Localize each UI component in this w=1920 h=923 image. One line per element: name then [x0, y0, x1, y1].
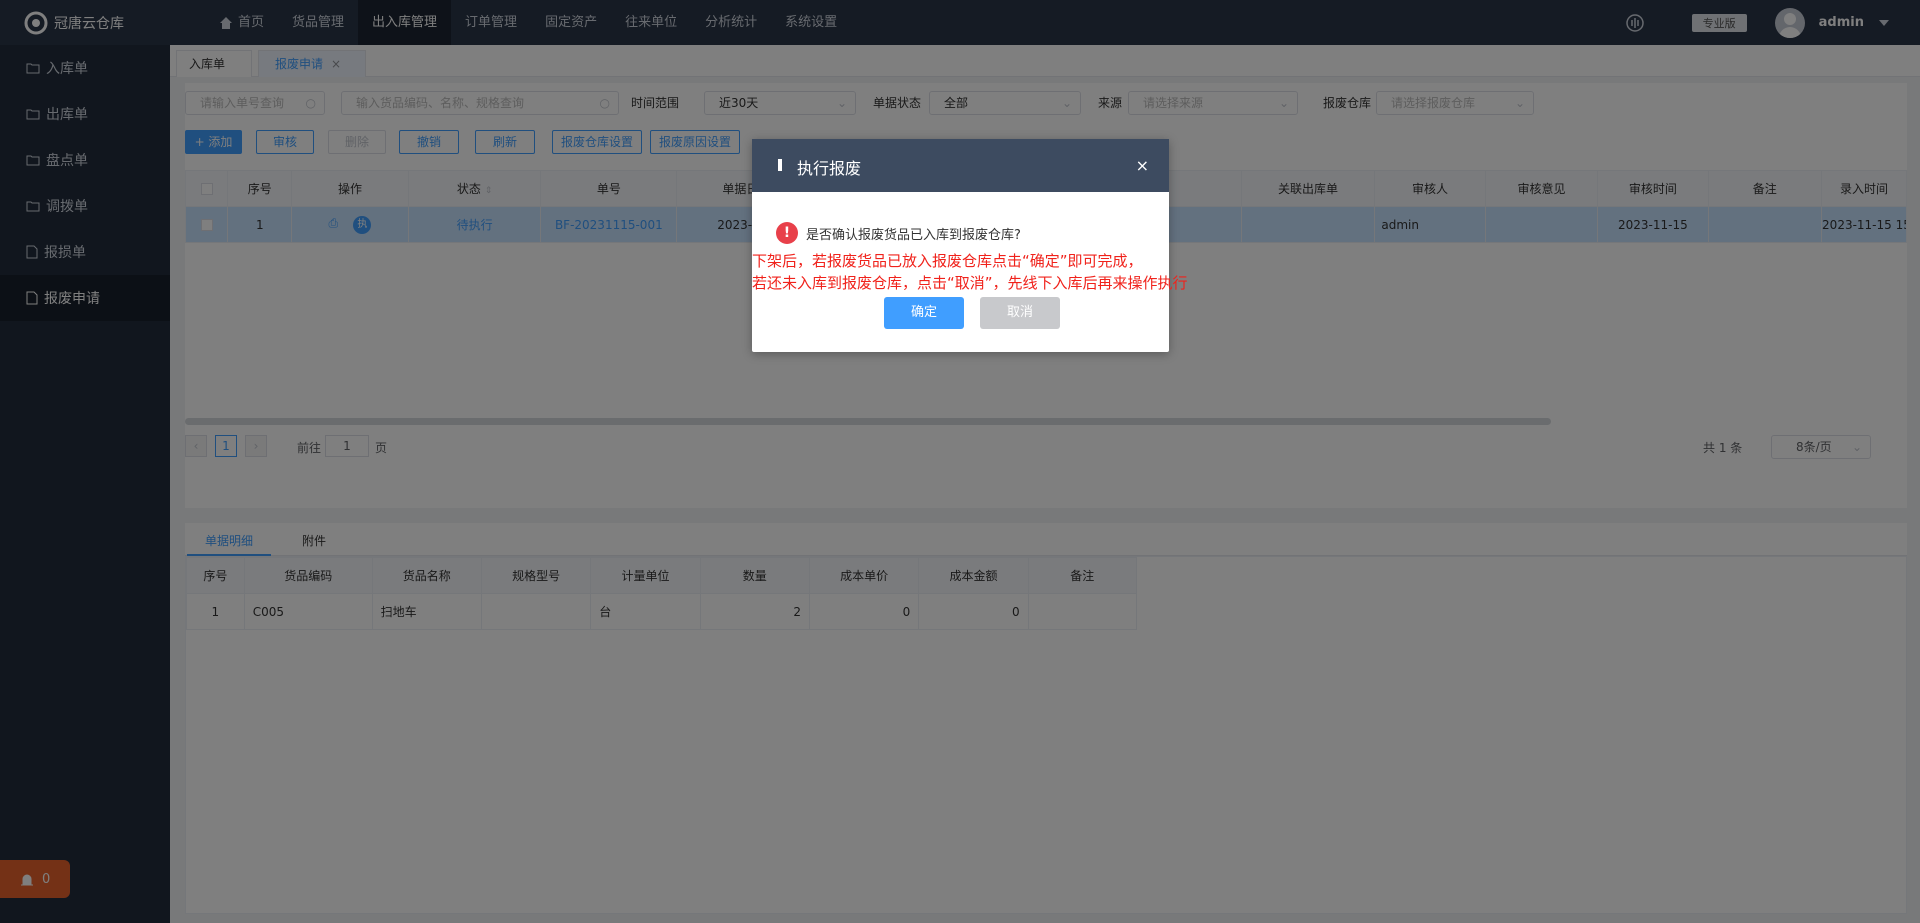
cancel-button[interactable]: 取消: [980, 297, 1060, 329]
warning-text-line2: 若还未入库到报废仓库，点击“取消”，先线下入库后再来操作执行: [752, 274, 1188, 292]
warning-text-line1: 下架后，若报废货品已放入报废仓库点击“确定”即可完成，: [752, 252, 1143, 270]
execute-scrap-dialog: 执行报废 × ! 是否确认报废货品已入库到报废仓库? 下架后，若报废货品已放入报…: [752, 139, 1188, 352]
title-bar-mark: [778, 159, 782, 171]
close-icon[interactable]: ×: [1136, 156, 1149, 175]
confirm-question: ! 是否确认报废货品已入库到报废仓库?: [776, 222, 1021, 244]
confirm-button[interactable]: 确定: [884, 297, 964, 329]
warning-icon: !: [776, 222, 798, 244]
dialog-header: 执行报废 ×: [752, 139, 1169, 192]
question-text: 是否确认报废货品已入库到报废仓库?: [806, 227, 1021, 243]
dialog-title: 执行报废: [797, 159, 862, 178]
